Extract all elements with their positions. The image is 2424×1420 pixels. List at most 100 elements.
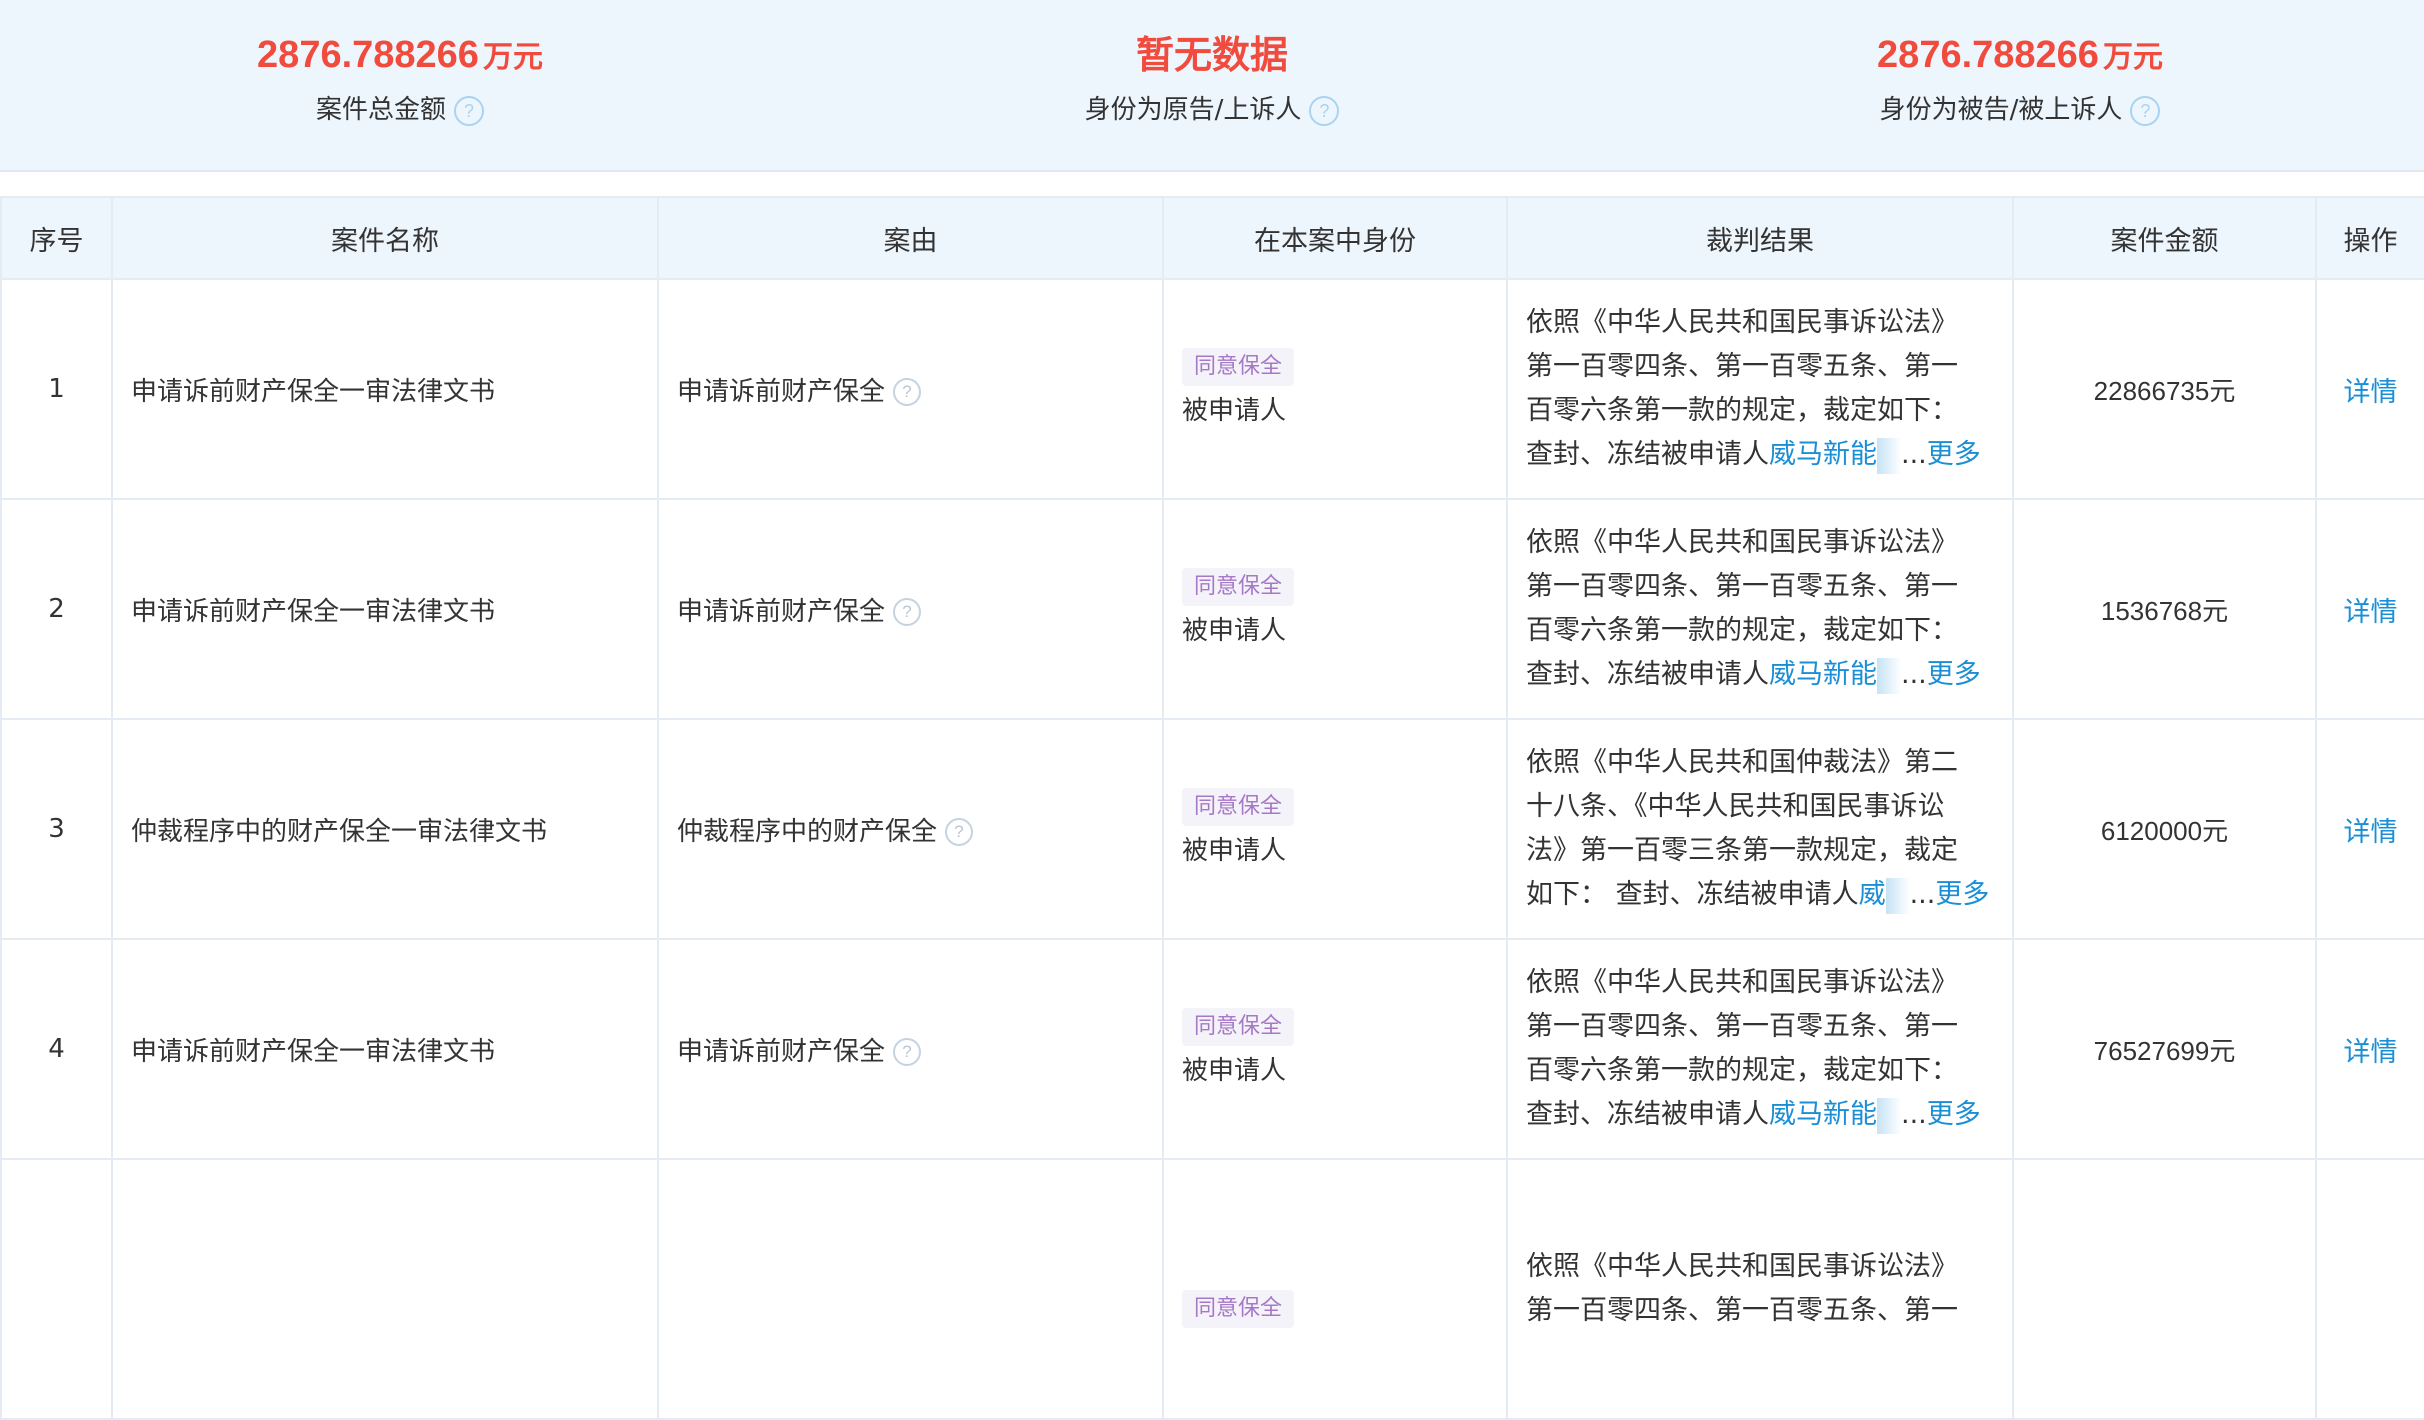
more-link[interactable]: 更多 (1927, 659, 1981, 690)
verdict-entity-link[interactable]: 威马新能 (1769, 659, 1877, 690)
cell-cause: 申请诉前财产保全? (657, 278, 1164, 500)
cause-text: 申请诉前财产保全 (677, 596, 886, 627)
cell-index: 3 (0, 718, 113, 940)
stat-defendant-value: 2876.788266 (1877, 34, 2099, 76)
cell-verdict: 依照《中华人民共和国民事诉讼法》 第一百零四条、第一百零五条、第一 百零六条第一… (1506, 278, 2014, 500)
verdict-tail: 查封、冻结被申请人 (1526, 659, 1769, 690)
verdict-line-last: 如下： 查封、冻结被申请人威 ...更多 (1526, 873, 1989, 917)
help-icon[interactable]: ? (454, 95, 484, 126)
table-row: 同意保全 依照《中华人民共和国民事诉讼法》 第一百零四条、第一百零五条、第一 (0, 1158, 2424, 1420)
detail-link[interactable]: 详情 (2344, 597, 2398, 628)
verdict-ellipsis: ... (1901, 659, 1927, 690)
cell-action: 详情 (2315, 718, 2424, 940)
text-fade (1877, 437, 1901, 474)
verdict-line: 依照《中华人民共和国民事诉讼法》 (1526, 307, 1958, 338)
help-icon[interactable]: ? (893, 378, 922, 406)
stat-defendant: 2876.788266 万元 身份为被告/被上诉人? (1720, 30, 2320, 130)
help-icon[interactable]: ? (2130, 95, 2161, 126)
verdict-text: 依照《中华人民共和国仲裁法》第二 十八条、《中华人民共和国民事诉讼 法》第一百零… (1526, 741, 1989, 917)
cell-amount: 1536768元 (2012, 498, 2317, 720)
stat-total-value: 2876.788266 (257, 34, 479, 76)
cell-index (0, 1158, 113, 1420)
cell-role: 同意保全 被申请人 (1162, 938, 1508, 1160)
stat-plaintiff-value-wrap: 暂无数据 (912, 30, 1512, 80)
cause-text: 申请诉前财产保全 (677, 376, 886, 407)
verdict-text: 依照《中华人民共和国民事诉讼法》 第一百零四条、第一百零五条、第一 百零六条第一… (1526, 301, 1986, 477)
status-badge: 同意保全 (1182, 788, 1295, 826)
cell-verdict: 依照《中华人民共和国民事诉讼法》 第一百零四条、第一百零五条、第一 百零六条第一… (1506, 498, 2014, 720)
cell-amount: 22866735元 (2012, 278, 2317, 500)
stat-total-unit: 万元 (482, 40, 543, 75)
more-link[interactable]: 更多 (1935, 879, 1989, 910)
role-text: 被申请人 (1182, 396, 1287, 426)
status-badge: 同意保全 (1182, 1290, 1295, 1328)
text-fade (1885, 877, 1910, 914)
detail-link[interactable]: 详情 (2344, 377, 2398, 408)
col-header-role: 在本案中身份 (1162, 196, 1508, 280)
col-header-action: 操作 (2315, 196, 2424, 280)
cause-text: 仲裁程序中的财产保全 (677, 816, 938, 847)
detail-link[interactable]: 详情 (2344, 817, 2398, 848)
cell-cause: 申请诉前财产保全? (657, 938, 1164, 1160)
cell-index: 1 (0, 278, 113, 500)
role-text: 被申请人 (1182, 1056, 1287, 1086)
table-row: 4 申请诉前财产保全一审法律文书 申请诉前财产保全? 同意保全 被申请人 依照《… (0, 938, 2424, 1160)
verdict-line: 依照《中华人民共和国民事诉讼法》 (1526, 1251, 1958, 1282)
help-icon[interactable]: ? (945, 818, 974, 846)
cell-action: 详情 (2315, 278, 2424, 500)
col-header-index: 序号 (0, 196, 113, 280)
verdict-entity-link[interactable]: 威 (1859, 879, 1886, 910)
cell-amount (2012, 1158, 2317, 1420)
verdict-line: 百零六条第一款的规定，裁定如下： (1526, 395, 1958, 426)
verdict-line: 第一百零四条、第一百零五条、第一 (1526, 571, 1958, 602)
stat-plaintiff: 暂无数据 身份为原告/上诉人? (912, 30, 1512, 130)
verdict-entity-link[interactable]: 威马新能 (1769, 439, 1877, 470)
table-row: 3 仲裁程序中的财产保全一审法律文书 仲裁程序中的财产保全? 同意保全 被申请人… (0, 718, 2424, 940)
stat-defendant-value-wrap: 2876.788266 万元 (1720, 30, 2320, 80)
stat-defendant-label: 身份为被告/被上诉人 (1879, 95, 2123, 125)
col-header-name: 案件名称 (111, 196, 659, 280)
more-link[interactable]: 更多 (1927, 1099, 1981, 1130)
text-fade (1877, 1097, 1901, 1134)
cell-index: 2 (0, 498, 113, 720)
stat-plaintiff-label: 身份为原告/上诉人 (1084, 95, 1302, 125)
more-link[interactable]: 更多 (1927, 439, 1981, 470)
col-header-result: 裁判结果 (1506, 196, 2014, 280)
verdict-tail: 查封、冻结被申请人 (1526, 1099, 1769, 1130)
cause-text: 申请诉前财产保全 (677, 1036, 886, 1067)
verdict-line-last: 查封、冻结被申请人威马新能 ...更多 (1526, 1093, 1986, 1137)
cell-case-name: 申请诉前财产保全一审法律文书 (111, 278, 659, 500)
table-body: 1 申请诉前财产保全一审法律文书 申请诉前财产保全? 同意保全 被申请人 依照《… (0, 278, 2424, 1420)
verdict-text: 依照《中华人民共和国民事诉讼法》 第一百零四条、第一百零五条、第一 百零六条第一… (1526, 521, 1986, 697)
table-row: 2 申请诉前财产保全一审法律文书 申请诉前财产保全? 同意保全 被申请人 依照《… (0, 498, 2424, 720)
cell-index: 4 (0, 938, 113, 1160)
verdict-entity-link[interactable]: 威马新能 (1769, 1099, 1877, 1130)
verdict-line: 第一百零四条、第一百零五条、第一 (1526, 1295, 1958, 1326)
stat-defendant-unit: 万元 (2102, 40, 2163, 75)
cell-role: 同意保全 (1162, 1158, 1508, 1420)
role-text: 被申请人 (1182, 836, 1287, 866)
cell-cause: 仲裁程序中的财产保全? (657, 718, 1164, 940)
help-icon[interactable]: ? (893, 1038, 922, 1066)
verdict-line: 百零六条第一款的规定，裁定如下： (1526, 615, 1958, 646)
stat-total-value-wrap: 2876.788266 万元 (100, 30, 700, 80)
cell-case-name: 仲裁程序中的财产保全一审法律文书 (111, 718, 659, 940)
stat-total-label-wrap: 案件总金额? (100, 90, 700, 130)
help-icon[interactable]: ? (1309, 95, 1340, 126)
cell-case-name: 申请诉前财产保全一审法律文书 (111, 938, 659, 1160)
verdict-line: 十八条、《中华人民共和国民事诉讼 (1526, 791, 1945, 822)
verdict-ellipsis: ... (1901, 1099, 1927, 1130)
stat-defendant-label-wrap: 身份为被告/被上诉人? (1720, 90, 2320, 130)
verdict-text: 依照《中华人民共和国民事诉讼法》 第一百零四条、第一百零五条、第一 (1526, 1245, 1986, 1333)
verdict-line: 第一百零四条、第一百零五条、第一 (1526, 1011, 1958, 1042)
table-row: 1 申请诉前财产保全一审法律文书 申请诉前财产保全? 同意保全 被申请人 依照《… (0, 278, 2424, 500)
status-badge: 同意保全 (1182, 1008, 1295, 1046)
cell-verdict: 依照《中华人民共和国民事诉讼法》 第一百零四条、第一百零五条、第一 百零六条第一… (1506, 938, 2014, 1160)
cell-cause (657, 1158, 1164, 1420)
role-text: 被申请人 (1182, 616, 1287, 646)
detail-link[interactable]: 详情 (2344, 1037, 2398, 1068)
verdict-tail: 查封、冻结被申请人 (1526, 439, 1769, 470)
cell-action: 详情 (2315, 498, 2424, 720)
verdict-tail: 如下： 查封、冻结被申请人 (1526, 879, 1859, 910)
help-icon[interactable]: ? (893, 598, 922, 626)
